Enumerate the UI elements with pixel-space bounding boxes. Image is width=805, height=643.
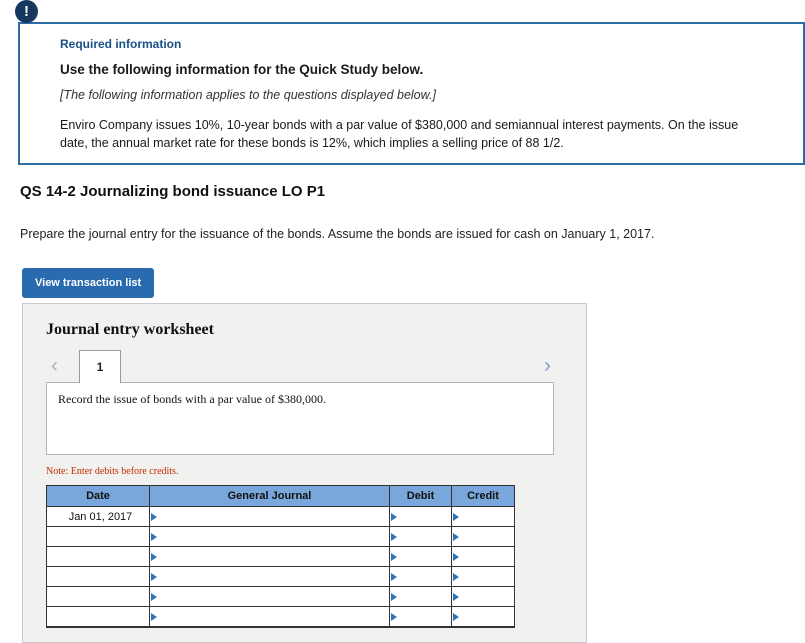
required-info-subtitle: [The following information applies to th… [60, 88, 436, 102]
edit-marker-icon [151, 512, 157, 521]
credit-cell[interactable] [451, 606, 515, 628]
entry-tab-1[interactable]: 1 [79, 350, 121, 383]
edit-marker-icon [151, 612, 157, 621]
edit-marker-icon [151, 592, 157, 601]
journal-cell[interactable] [149, 546, 390, 567]
credit-cell[interactable] [451, 566, 515, 587]
debit-cell[interactable] [389, 546, 452, 567]
edit-marker-icon [453, 572, 459, 581]
edit-marker-icon [151, 572, 157, 581]
credit-cell[interactable] [451, 526, 515, 547]
debit-cell[interactable] [389, 606, 452, 628]
journal-cell[interactable] [149, 566, 390, 587]
credit-column-header: Credit [451, 485, 515, 507]
journal-header-row: Date General Journal Debit Credit [46, 485, 515, 507]
journal-cell[interactable] [149, 586, 390, 607]
required-info-title: Use the following information for the Qu… [60, 62, 424, 77]
journal-row [46, 606, 515, 628]
edit-marker-icon [391, 612, 397, 621]
date-cell-value: Jan 01, 2017 [68, 510, 133, 523]
required-info-label: Required information [60, 37, 182, 51]
edit-marker-icon [453, 612, 459, 621]
debit-cell[interactable] [389, 566, 452, 587]
entry-prompt-box: Record the issue of bonds with a par val… [46, 382, 554, 455]
edit-marker-icon [391, 552, 397, 561]
date-cell [46, 566, 150, 587]
debit-cell[interactable] [389, 526, 452, 547]
journal-row [46, 586, 515, 607]
journal-row [46, 526, 515, 547]
journal-cell[interactable] [149, 526, 390, 547]
credit-cell[interactable] [451, 546, 515, 567]
prev-entry-chevron-icon[interactable]: ‹ [51, 351, 58, 381]
edit-marker-icon [151, 532, 157, 541]
date-cell [46, 526, 150, 547]
date-cell: Jan 01, 2017 [46, 506, 150, 527]
credit-cell[interactable] [451, 586, 515, 607]
question-instruction: Prepare the journal entry for the issuan… [20, 227, 655, 241]
journal-row: Jan 01, 2017 [46, 506, 515, 527]
edit-marker-icon [391, 572, 397, 581]
worksheet-nav: ‹ 1 › [46, 349, 554, 383]
date-column-header: Date [46, 485, 150, 507]
journal-row [46, 566, 515, 587]
date-cell [46, 606, 150, 628]
required-info-box: Required information Use the following i… [18, 22, 805, 165]
journal-cell[interactable] [149, 506, 390, 527]
edit-marker-icon [391, 512, 397, 521]
edit-marker-icon [391, 592, 397, 601]
question-heading: QS 14-2 Journalizing bond issuance LO P1 [20, 183, 326, 200]
debit-column-header: Debit [389, 485, 452, 507]
edit-marker-icon [453, 592, 459, 601]
credit-cell[interactable] [451, 506, 515, 527]
alert-icon: ! [15, 0, 38, 23]
date-cell [46, 586, 150, 607]
journal-entry-worksheet-panel: Journal entry worksheet ‹ 1 › Record the… [22, 303, 587, 643]
edit-marker-icon [453, 532, 459, 541]
next-entry-chevron-icon[interactable]: › [544, 351, 551, 381]
journal-cell[interactable] [149, 606, 390, 628]
edit-marker-icon [453, 552, 459, 561]
edit-marker-icon [151, 552, 157, 561]
journal-row [46, 546, 515, 567]
debits-before-credits-note: Note: Enter debits before credits. [46, 466, 179, 477]
view-transaction-list-button[interactable]: View transaction list [22, 268, 155, 298]
date-cell [46, 546, 150, 567]
edit-marker-icon [453, 512, 459, 521]
general-journal-table: Date General Journal Debit Credit Jan 01… [46, 485, 515, 628]
required-info-body: Enviro Company issues 10%, 10-year bonds… [60, 118, 739, 151]
general-journal-column-header: General Journal [149, 485, 390, 507]
edit-marker-icon [391, 532, 397, 541]
worksheet-title: Journal entry worksheet [46, 321, 214, 338]
debit-cell[interactable] [389, 506, 452, 527]
debit-cell[interactable] [389, 586, 452, 607]
entry-prompt-text: Record the issue of bonds with a par val… [58, 392, 326, 406]
